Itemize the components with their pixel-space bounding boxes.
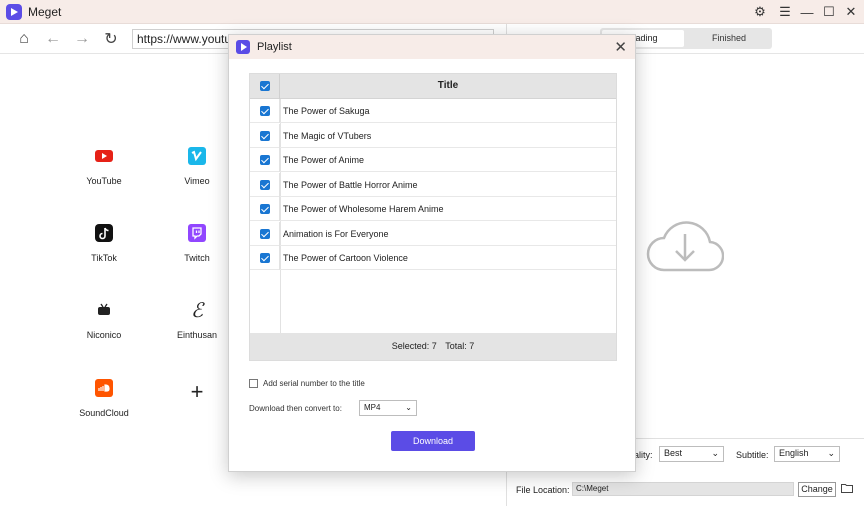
menu-icon[interactable]: ☰: [775, 2, 795, 22]
table-row[interactable]: The Power of Sakuga: [250, 99, 616, 123]
minimize-button[interactable]: —: [797, 2, 817, 22]
row-checkbox[interactable]: [260, 204, 270, 214]
serial-number-label: Add serial number to the title: [263, 379, 365, 388]
row-title: The Power of Cartoon Violence: [283, 253, 408, 263]
row-check-cell: [250, 172, 280, 197]
reload-icon[interactable]: ↻: [101, 29, 121, 49]
select-all-cell: [250, 74, 280, 99]
site-label: Vimeo: [184, 176, 210, 186]
row-checkbox[interactable]: [260, 253, 270, 263]
home-icon[interactable]: ⌂: [14, 29, 34, 49]
site-vimeo[interactable]: Vimeo: [162, 146, 232, 186]
row-checkbox[interactable]: [260, 155, 270, 165]
app-logo-icon: [6, 4, 22, 20]
row-title: The Magic of VTubers: [283, 130, 372, 141]
file-location-label: File Location:: [516, 485, 570, 495]
site-label: YouTube: [86, 176, 122, 186]
subtitle-select[interactable]: English ⌄: [774, 446, 840, 462]
convert-label: Download then convert to:: [249, 404, 342, 413]
playlist-table: Title The Power of Sakuga The Magic of V…: [249, 73, 617, 361]
niconico-icon: [94, 300, 114, 320]
back-arrow-icon[interactable]: ←: [43, 29, 63, 49]
add-site-button[interactable]: +: [162, 379, 232, 412]
table-row[interactable]: The Power of Anime: [250, 148, 616, 172]
close-icon[interactable]: ✕: [614, 38, 627, 56]
row-title: Animation is For Everyone: [283, 228, 389, 239]
quality-value: Best: [664, 448, 683, 458]
subtitle-value: English: [779, 448, 809, 458]
site-soundcloud[interactable]: SoundCloud: [69, 378, 139, 418]
table-row[interactable]: The Power of Battle Horror Anime: [250, 172, 616, 197]
selection-summary: Selected: 7 Total: 7: [250, 333, 616, 360]
site-label: Einthusan: [176, 330, 218, 340]
row-check-cell: [250, 123, 280, 148]
subtitle-label: Subtitle:: [736, 450, 769, 460]
row-title: The Power of Anime: [283, 155, 365, 165]
row-checkbox[interactable]: [260, 106, 270, 116]
site-youtube[interactable]: YouTube: [69, 146, 139, 186]
chevron-down-icon: ⌄: [711, 448, 719, 458]
table-row[interactable]: Animation is For Everyone: [250, 221, 616, 246]
site-label: SoundCloud: [79, 408, 129, 418]
table-header: Title: [250, 74, 616, 99]
row-check-cell: [250, 99, 280, 123]
vimeo-icon: [187, 146, 207, 166]
download-button[interactable]: Download: [391, 431, 475, 451]
plus-icon: +: [190, 379, 204, 404]
selected-count: Selected: 7: [391, 341, 437, 351]
site-einthusan[interactable]: ℰ Einthusan: [162, 298, 232, 340]
youtube-icon: [94, 146, 114, 166]
settings-gear-icon[interactable]: ⚙: [750, 2, 770, 22]
row-checkbox[interactable]: [260, 130, 270, 141]
table-row[interactable]: The Power of Wholesome Harem Anime: [250, 197, 616, 221]
site-twitch[interactable]: Twitch: [162, 223, 232, 263]
row-title: The Power of Battle Horror Anime: [283, 179, 418, 190]
change-location-button[interactable]: Change: [798, 482, 836, 497]
app-title: Meget: [28, 5, 62, 19]
row-check-cell: [250, 197, 280, 221]
convert-format-select[interactable]: MP4 ⌄: [359, 400, 417, 416]
soundcloud-icon: [94, 378, 114, 398]
site-tiktok[interactable]: TikTok: [69, 223, 139, 263]
site-label: TikTok: [91, 253, 117, 263]
close-window-button[interactable]: ✕: [841, 2, 861, 22]
quality-select[interactable]: Best ⌄: [659, 446, 724, 462]
row-check-cell: [250, 246, 280, 270]
chevron-down-icon: ⌄: [405, 403, 412, 412]
twitch-icon: [187, 223, 207, 243]
dialog-header: Playlist ✕: [229, 35, 635, 59]
playlist-dialog: Playlist ✕ Title The Power of Sakuga The…: [228, 34, 636, 472]
title-bar: Meget ⚙ ☰ — ☐ ✕: [0, 0, 864, 24]
einthusan-icon: ℰ: [190, 298, 204, 322]
row-checkbox[interactable]: [260, 179, 270, 190]
folder-icon[interactable]: [841, 482, 853, 496]
chevron-down-icon: ⌄: [827, 448, 835, 458]
row-title: The Power of Wholesome Harem Anime: [283, 204, 444, 214]
maximize-button[interactable]: ☐: [819, 2, 839, 22]
site-niconico[interactable]: Niconico: [69, 300, 139, 340]
tiktok-icon: [94, 223, 114, 243]
row-checkbox[interactable]: [260, 228, 270, 239]
site-label: Niconico: [86, 330, 122, 340]
table-row[interactable]: The Power of Cartoon Violence: [250, 246, 616, 270]
site-label: Twitch: [184, 253, 210, 263]
quality-label: ality:: [634, 450, 653, 460]
serial-number-checkbox[interactable]: [249, 379, 258, 388]
column-title: Title: [437, 80, 459, 91]
select-all-checkbox[interactable]: [260, 81, 270, 91]
row-check-cell: [250, 148, 280, 172]
app-logo-icon: [236, 40, 250, 54]
table-row[interactable]: The Magic of VTubers: [250, 123, 616, 148]
cloud-download-icon: [646, 212, 725, 277]
convert-format-value: MP4: [364, 403, 381, 412]
forward-arrow-icon[interactable]: →: [72, 29, 92, 49]
row-check-cell: [250, 221, 280, 246]
row-title: The Power of Sakuga: [283, 106, 370, 116]
file-location-field[interactable]: C:\Meget: [572, 482, 794, 496]
tab-finished[interactable]: Finished: [688, 30, 770, 47]
total-count: Total: 7: [445, 341, 475, 351]
dialog-title: Playlist: [257, 41, 292, 53]
